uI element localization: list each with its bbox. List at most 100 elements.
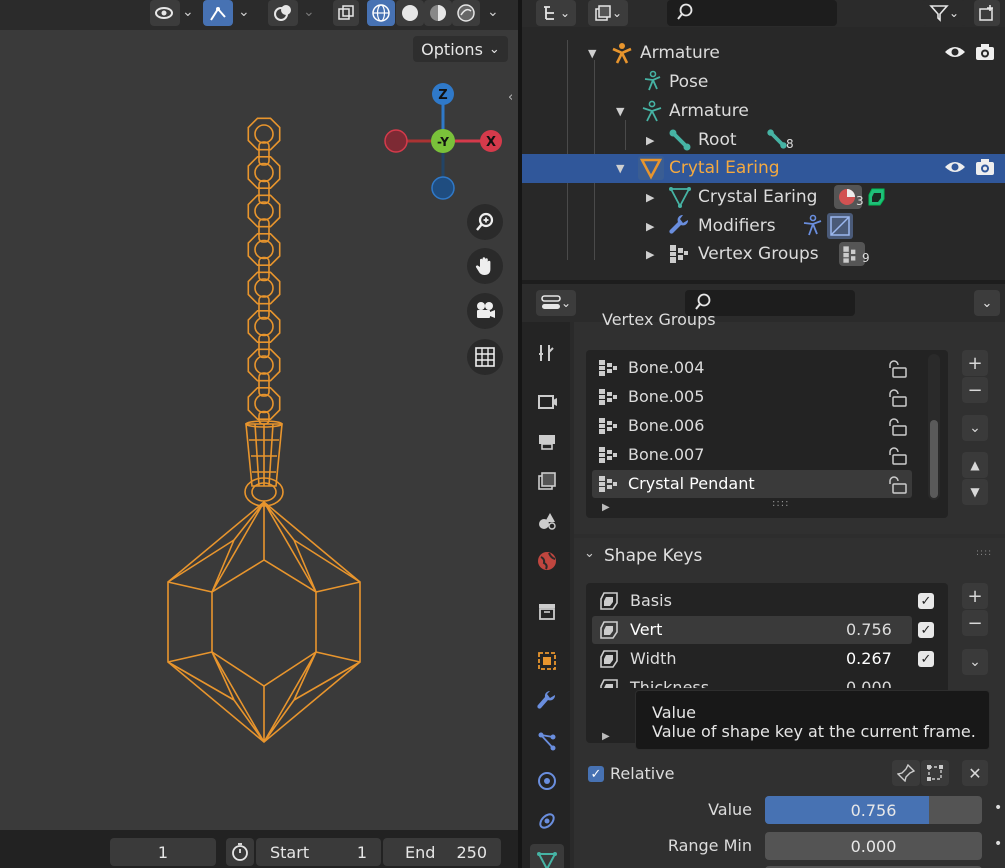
expand-arrow-icon[interactable]: ▶ — [646, 220, 654, 233]
expand-arrow-icon[interactable]: ▶ — [646, 191, 654, 204]
shape-key-item[interactable]: Thickness 0.000 ✓ — [592, 674, 912, 688]
shape-key-item[interactable]: Basis ✓ — [592, 587, 934, 615]
shape-key-value[interactable]: 0.267 — [846, 649, 892, 668]
outliner-row-crytal-earing-object[interactable]: ▼ Crytal Earing — [522, 154, 1005, 183]
wireframe-shading-button[interactable] — [367, 0, 395, 26]
tab-modifiers[interactable] — [530, 684, 564, 718]
tab-collection[interactable] — [530, 594, 564, 628]
expand-arrow-icon[interactable]: ▼ — [616, 162, 624, 175]
tab-render[interactable] — [530, 384, 564, 418]
display-mode-dropdown[interactable]: ⌄ — [536, 0, 576, 26]
outliner-row-pose[interactable]: Pose — [522, 68, 1005, 97]
tab-scene[interactable] — [530, 504, 564, 538]
vertex-group-item[interactable]: Bone.006 — [592, 412, 912, 440]
vertex-group-item[interactable]: Bone.005 — [592, 383, 912, 411]
outliner-search-input[interactable] — [667, 0, 837, 26]
keyframe-dot-icon[interactable]: • — [994, 836, 1002, 852]
start-frame-field[interactable]: Start 1 — [256, 838, 381, 866]
range-min-field[interactable]: 0.000 — [765, 832, 982, 860]
shape-key-item[interactable]: Width 0.267 ✓ — [592, 645, 934, 673]
unlocked-icon[interactable] — [886, 476, 908, 498]
outliner-row-vertex-groups[interactable]: ▶ Vertex Groups 9 — [522, 240, 1005, 269]
shape-key-specials-button[interactable]: ⌄ — [962, 649, 988, 675]
end-frame-field[interactable]: End 250 — [383, 838, 501, 866]
tab-output[interactable] — [530, 424, 564, 458]
tab-view-layer[interactable] — [530, 464, 564, 498]
outliner-row-crystal-earing-mesh[interactable]: ▶ Crystal Earing 3 — [522, 183, 1005, 212]
relative-checkbox[interactable]: ✓ — [588, 766, 604, 782]
unlocked-icon[interactable] — [886, 389, 908, 411]
chevron-down-icon[interactable]: ⌄ — [303, 4, 315, 20]
filter-collections-dropdown[interactable]: ⌄ — [588, 0, 628, 26]
expand-arrow-icon[interactable]: ▼ — [588, 47, 596, 60]
filter-dropdown[interactable]: ⌄ — [922, 0, 966, 26]
properties-editor[interactable]: ⌄ ⌄ Vertex Groups Bone.004 Bone.005 Bone… — [522, 284, 1005, 868]
expand-arrow-icon[interactable]: ▶ — [646, 134, 654, 147]
visibility-selectability-button[interactable] — [150, 0, 180, 26]
vertex-group-item[interactable]: Bone.007 — [592, 441, 912, 469]
add-vertex-group-button[interactable]: + — [962, 350, 988, 376]
3d-viewport[interactable]: ⌄ ⌄ ⌄ ⌄ Options ⌄ ‹ Z X -Y 1 Start 1 End… — [0, 0, 518, 868]
list-scrollbar-thumb[interactable] — [930, 420, 938, 498]
overlays-button[interactable] — [268, 0, 298, 26]
camera-view-button[interactable] — [467, 293, 503, 329]
expand-arrow-icon[interactable]: ▶ — [646, 248, 654, 261]
unlocked-icon[interactable] — [886, 447, 908, 469]
remove-shape-key-button[interactable]: − — [962, 610, 988, 636]
outliner-row-modifiers[interactable]: ▶ Modifiers — [522, 212, 1005, 241]
shape-key-value[interactable]: 0.000 — [846, 678, 892, 688]
outliner-row-root-bone[interactable]: ▶ Root 8 — [522, 126, 1005, 155]
properties-options-dropdown[interactable]: ⌄ — [974, 290, 1000, 316]
tab-constraints[interactable] — [530, 804, 564, 838]
vertex-group-item-active[interactable]: Crystal Pendant — [592, 470, 912, 498]
list-expand-arrow-icon[interactable]: ▶ — [602, 502, 610, 513]
remove-vertex-group-button[interactable]: − — [962, 377, 988, 403]
unlocked-icon[interactable] — [886, 418, 908, 440]
rendered-shading-button[interactable] — [452, 0, 480, 26]
gizmo-toggle-button[interactable] — [203, 0, 233, 26]
keyframe-dot-icon[interactable]: • — [994, 800, 1002, 816]
chevron-down-icon[interactable]: ⌄ — [238, 4, 250, 20]
toggle-ortho-button[interactable] — [467, 339, 503, 375]
shape-keys-panel-header[interactable]: ⌄ Shape Keys :::: — [574, 538, 1005, 574]
crystal-earring-wireframe[interactable] — [150, 110, 380, 750]
list-expand-arrow-icon[interactable]: ▶ — [602, 731, 610, 742]
shape-key-edit-mode-button[interactable] — [921, 760, 949, 786]
shape-key-mute-checkbox[interactable]: ✓ — [918, 651, 934, 667]
shape-key-item-active[interactable]: Vert 0.756 ✓ — [592, 616, 934, 644]
tab-tool[interactable] — [530, 336, 564, 370]
tab-data[interactable] — [530, 844, 564, 868]
move-down-button[interactable]: ▼ — [962, 479, 988, 505]
unlocked-icon[interactable] — [886, 360, 908, 382]
xray-toggle-button[interactable] — [333, 0, 359, 26]
pan-button[interactable] — [467, 248, 503, 284]
outliner-row-armature-object[interactable]: ▼ Armature — [522, 39, 1005, 68]
drag-grip-icon[interactable]: :::: — [976, 548, 992, 558]
auto-keying-button[interactable] — [226, 838, 254, 866]
new-collection-button[interactable] — [974, 0, 1000, 26]
list-resize-grip-icon[interactable]: :::: — [772, 498, 789, 509]
shape-key-mute-checkbox[interactable]: ✓ — [918, 622, 934, 638]
eye-icon[interactable] — [944, 42, 966, 67]
vertex-group-specials-button[interactable]: ⌄ — [962, 415, 988, 441]
camera-render-icon[interactable] — [974, 156, 996, 183]
tab-world[interactable] — [530, 544, 564, 578]
shape-key-value[interactable]: 0.756 — [846, 620, 892, 639]
expand-arrow-icon[interactable]: ▼ — [616, 105, 624, 118]
chevron-down-icon[interactable]: ⌄ — [487, 4, 499, 20]
current-frame-field[interactable]: 1 — [110, 838, 216, 866]
list-scrollbar[interactable] — [928, 354, 940, 500]
eye-icon[interactable] — [944, 157, 966, 182]
material-shading-button[interactable] — [424, 0, 452, 26]
zoom-button[interactable] — [467, 204, 503, 240]
move-up-button[interactable]: ▲ — [962, 452, 988, 478]
tab-physics[interactable] — [530, 764, 564, 798]
shape-key-lock-button[interactable] — [892, 760, 920, 786]
options-dropdown[interactable]: Options ⌄ — [413, 36, 508, 62]
editor-type-dropdown[interactable]: ⌄ — [536, 290, 576, 316]
outliner-row-armature-data[interactable]: ▼ Armature — [522, 97, 1005, 126]
vertex-group-item[interactable]: Bone.004 — [592, 354, 912, 382]
navigation-gizmo[interactable]: Z X -Y — [380, 80, 510, 205]
chevron-down-icon[interactable]: ⌄ — [182, 4, 194, 20]
value-slider[interactable]: 0.756 — [765, 796, 982, 824]
